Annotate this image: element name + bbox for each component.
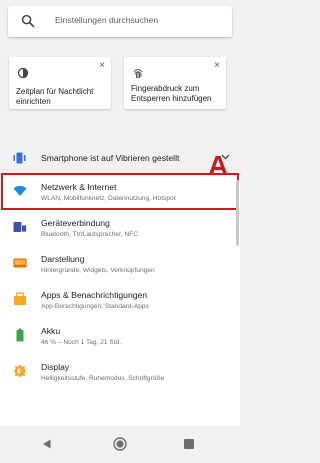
vibrate-banner[interactable]: Smartphone ist auf Vibrieren gestellt <box>0 143 240 173</box>
fingerprint-icon <box>133 69 143 79</box>
settings-item-title: Apps & Benachrichtigungen <box>41 290 148 300</box>
card-title: Fingerabdruck zum Entsperren hinzufügen <box>131 84 212 103</box>
search-icon <box>21 14 35 28</box>
search-area: Einstellungen durchsuchen <box>0 0 240 44</box>
recents-icon[interactable] <box>184 439 194 449</box>
settings-list: Smartphone ist auf Vibrieren gestellt Ne… <box>0 143 240 426</box>
back-icon[interactable] <box>42 439 52 449</box>
search-placeholder: Einstellungen durchsuchen <box>55 15 159 25</box>
settings-item-title: Geräteverbindung <box>41 218 110 228</box>
settings-item-device-connection[interactable]: Geräteverbindung Bluetooth, TV/Lautsprec… <box>0 209 240 245</box>
card-title: Zeitplan für Nachtlicht einrichten <box>16 87 94 106</box>
settings-item-subtitle: Bluetooth, TV/Lautsprecher, NFC <box>41 231 139 238</box>
settings-item-title: Akku <box>41 326 61 336</box>
night-light-icon <box>17 67 29 79</box>
search-bar[interactable]: Einstellungen durchsuchen <box>8 6 232 37</box>
battery-icon <box>16 328 24 342</box>
settings-item-subtitle: Hintergründe, Widgets, Verknüpfungen <box>41 267 155 274</box>
devices-icon <box>13 222 27 233</box>
settings-item-appearance[interactable]: Darstellung Hintergründe, Widgets, Verkn… <box>0 245 240 281</box>
highlight-box <box>1 173 239 210</box>
vibrate-icon <box>13 152 26 164</box>
settings-item-display[interactable]: Display Helligkeitsstufe, Ruhemodus, Sch… <box>0 353 240 389</box>
card-close-icon[interactable]: × <box>99 61 105 71</box>
settings-item-title: Display <box>41 362 70 372</box>
vibrate-label: Smartphone ist auf Vibrieren gestellt <box>41 153 180 163</box>
scrollbar[interactable] <box>236 180 239 246</box>
card-close-icon[interactable]: × <box>214 61 220 71</box>
settings-item-subtitle: App-Berechtigungen, Standard-Apps <box>41 303 149 310</box>
home-icon[interactable] <box>113 437 127 451</box>
brightness-icon <box>13 364 27 378</box>
settings-item-subtitle: 46 % – Noch 1 Tag, 21 Std. <box>41 339 122 346</box>
settings-item-title: Darstellung <box>41 254 85 264</box>
suggestion-card-fingerprint[interactable]: × Fingerabdruck zum Entsperren hinzufüge… <box>124 57 226 109</box>
apps-icon <box>14 292 26 305</box>
settings-item-apps[interactable]: Apps & Benachrichtigungen App-Berechtigu… <box>0 281 240 317</box>
suggestion-card-night-light[interactable]: × Zeitplan für Nachtlicht einrichten <box>9 57 111 109</box>
annotation-label: A <box>208 150 229 181</box>
settings-item-battery[interactable]: Akku 46 % – Noch 1 Tag, 21 Std. <box>0 317 240 353</box>
navigation-bar <box>0 426 240 463</box>
settings-item-subtitle: Helligkeitsstufe, Ruhemodus, Schriftgröß… <box>41 375 165 382</box>
display-icon <box>13 258 27 268</box>
